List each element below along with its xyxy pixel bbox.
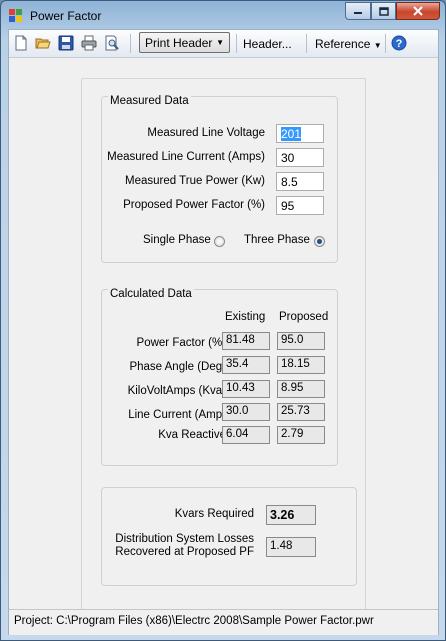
proposed-value: 18.15 <box>277 356 325 374</box>
title-bar[interactable]: Power Factor <box>1 1 445 29</box>
chevron-down-icon: ▼ <box>373 41 382 50</box>
proposed-value: 2.79 <box>277 426 325 444</box>
close-icon <box>413 6 423 16</box>
existing-value: 6.04 <box>222 426 270 444</box>
three-phase-label: Three Phase <box>244 234 310 246</box>
maximize-button[interactable] <box>371 2 396 20</box>
app-window: Power Factor Print Header ▼ Header... Re… <box>0 0 446 641</box>
help-icon[interactable]: ? <box>391 35 407 51</box>
header-button[interactable]: Header... <box>243 37 292 51</box>
measured-data-title: Measured Data <box>108 95 191 107</box>
calc-row-label: Power Factor (%) <box>136 337 226 349</box>
column-header-existing: Existing <box>225 311 266 323</box>
measured-data-group: Measured Data Measured Line Voltage 201 … <box>101 95 338 263</box>
current-input[interactable]: 30 <box>276 148 324 167</box>
print-icon[interactable] <box>81 35 97 51</box>
current-label: Measured Line Current (Amps) <box>107 151 265 163</box>
client-area: Print Header ▼ Header... Reference ▼ ? M… <box>8 29 439 635</box>
single-phase-label: Single Phase <box>143 234 211 246</box>
pf-label: Proposed Power Factor (%) <box>123 199 265 211</box>
single-phase-radio[interactable] <box>214 236 225 247</box>
calc-row-label: Kva Reactive <box>158 429 226 441</box>
print-header-label: Print Header <box>145 35 213 50</box>
toolbar-separator <box>306 34 307 53</box>
losses-label-line2: Recovered at Proposed PF <box>115 546 254 558</box>
calc-row-label: Phase Angle (Deg) <box>129 361 226 373</box>
calculated-data-title: Calculated Data <box>108 288 194 300</box>
calculated-data-group: Calculated Data Existing Proposed Power … <box>101 288 338 466</box>
minimize-icon <box>354 12 362 14</box>
toolbar-separator <box>236 34 237 53</box>
save-icon[interactable] <box>58 35 74 51</box>
new-file-icon[interactable] <box>13 35 29 51</box>
chevron-down-icon: ▼ <box>216 38 224 47</box>
pf-input[interactable]: 95 <box>276 196 324 215</box>
existing-value: 10.43 <box>222 380 270 398</box>
losses-value: 1.48 <box>266 537 316 557</box>
maximize-icon <box>378 6 389 16</box>
results-group: Kvars Required 3.26 Distribution System … <box>101 487 357 586</box>
reference-label: Reference <box>315 37 371 51</box>
existing-value: 35.4 <box>222 356 270 374</box>
print-header-dropdown[interactable]: Print Header ▼ <box>139 32 230 53</box>
power-input[interactable]: 8.5 <box>276 172 324 191</box>
existing-value: 81.48 <box>222 332 270 350</box>
main-panel: Measured Data Measured Line Voltage 201 … <box>81 78 366 620</box>
proposed-value: 95.0 <box>277 332 325 350</box>
power-label: Measured True Power (Kw) <box>125 175 265 187</box>
print-preview-icon[interactable] <box>104 35 120 51</box>
minimize-button[interactable] <box>345 2 371 20</box>
close-button[interactable] <box>396 2 440 20</box>
kvars-required-label: Kvars Required <box>174 508 254 520</box>
existing-value: 30.0 <box>222 403 270 421</box>
proposed-value: 25.73 <box>277 403 325 421</box>
window-title: Power Factor <box>30 9 102 23</box>
toolbar-separator <box>385 34 386 53</box>
reference-menu[interactable]: Reference ▼ <box>315 37 382 51</box>
calc-row-label: Line Current (Amp) <box>128 409 226 421</box>
toolbar-separator <box>130 34 131 53</box>
calc-row-label: KiloVoltAmps (Kva) <box>127 385 226 397</box>
proposed-value: 8.95 <box>277 380 325 398</box>
column-header-proposed: Proposed <box>279 311 329 323</box>
voltage-label: Measured Line Voltage <box>147 127 265 139</box>
status-bar: Project: C:\Program Files (x86)\Electrc … <box>9 609 438 635</box>
status-text: Project: C:\Program Files (x86)\Electrc … <box>14 615 374 627</box>
app-icon <box>9 9 22 22</box>
kvars-required-value: 3.26 <box>266 505 316 525</box>
svg-text:?: ? <box>396 38 403 50</box>
losses-label-line1: Distribution System Losses <box>115 533 254 545</box>
toolbar: Print Header ▼ Header... Reference ▼ ? <box>9 30 438 58</box>
three-phase-radio[interactable] <box>314 236 325 247</box>
voltage-input[interactable]: 201 <box>276 124 324 143</box>
open-folder-icon[interactable] <box>35 35 51 51</box>
